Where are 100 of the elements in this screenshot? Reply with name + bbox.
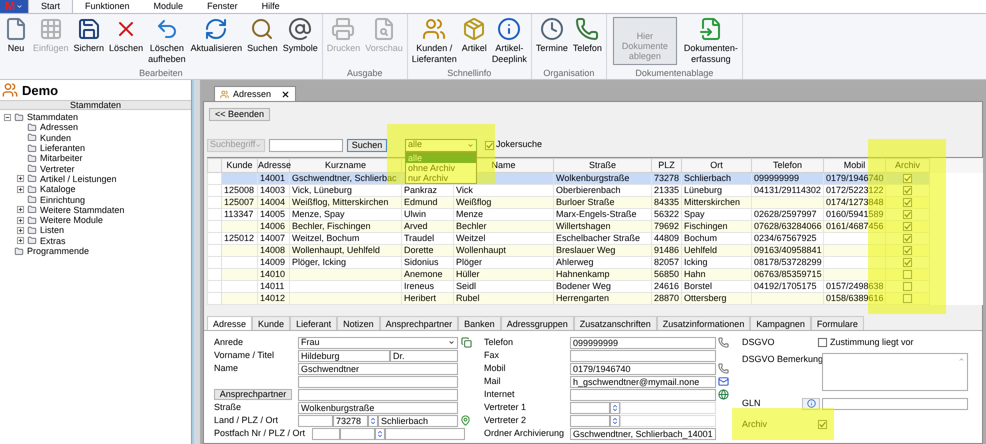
close-icon[interactable] (281, 90, 290, 98)
checkbox[interactable] (818, 420, 827, 429)
input-field[interactable]: Gschwendtner (298, 362, 458, 374)
table-row[interactable]: 125007 14004 Weißflog, Mitterskirchen Edmund Weißflog Burloer Straße 84335 Mitterskirchen 0174/1273848 (208, 196, 983, 208)
tree-item[interactable]: Einrichtung (40, 194, 86, 205)
tree-item[interactable]: Mitarbeiter (40, 153, 83, 164)
mail-icon[interactable] (718, 376, 729, 387)
expand-icon[interactable] (17, 206, 24, 214)
table-row[interactable]: 125012 14007 Weitzel, Bochum Traudel Weitzel Eschelbacher Straße 44809 Bochum 0234/67567925 (208, 232, 983, 244)
input-field[interactable] (570, 350, 716, 362)
checkbox[interactable] (903, 222, 912, 231)
contact-person-button[interactable]: Ansprechpartner (214, 389, 292, 400)
table-row[interactable]: 113347 14005 Menze, Spay Ulwin Menze Marx-Engels-Straße 56322 Spay 02628/2597997 0160/5941589 (208, 208, 983, 220)
remark-text-area[interactable] (822, 353, 968, 391)
input-field[interactable]: Schlierbach (378, 414, 458, 426)
ribbon-button[interactable]: Kunden / Lieferanten (410, 17, 459, 65)
column-header[interactable]: Ort (710, 160, 723, 170)
tree-item[interactable]: Lieferanten (40, 143, 86, 154)
input-field[interactable] (298, 388, 458, 400)
detail-tab[interactable]: Lieferant (290, 316, 338, 330)
ribbon-button[interactable]: Neu (2, 17, 30, 54)
detail-tab[interactable]: Formulare (810, 316, 864, 330)
detail-tab[interactable]: Adresse (207, 316, 252, 330)
detail-tab[interactable]: Notizen (337, 316, 380, 330)
checkbox[interactable] (903, 246, 912, 255)
column-header[interactable]: Straße (588, 160, 616, 170)
phone-icon[interactable] (718, 363, 729, 374)
ribbon-button[interactable]: Suchen (245, 17, 280, 54)
globe-icon[interactable] (718, 389, 729, 400)
search-button[interactable]: Suchen (347, 138, 387, 152)
table-row[interactable]: 14008 Wollenhaupt, Uehlfeld Dorette Wollenhaupt Breslauer Weg 91486 Uehlfeld 09163/40958841 (208, 244, 983, 256)
checkbox[interactable] (903, 174, 912, 183)
checkbox[interactable] (818, 338, 827, 347)
input-field[interactable] (570, 414, 610, 426)
back-button[interactable]: << Beenden (209, 108, 270, 121)
detail-tab[interactable]: Zusatzanschriften (574, 316, 657, 330)
checkbox[interactable] (485, 140, 494, 150)
document-tab[interactable]: Adressen (214, 86, 296, 101)
collapse-icon[interactable] (4, 114, 11, 121)
ribbon-button[interactable]: Löschen aufheben (146, 17, 188, 65)
ribbon-button[interactable]: Aktualisieren (188, 17, 244, 54)
ribbon-button[interactable]: Sichern (72, 17, 106, 54)
input-field[interactable] (312, 428, 340, 440)
tree-item[interactable]: Programmende (27, 246, 90, 256)
input-field[interactable] (385, 428, 465, 440)
ribbon-tab[interactable]: Module (142, 0, 196, 13)
detail-tab[interactable]: Ansprechpartner (380, 316, 458, 330)
input-field[interactable] (620, 414, 716, 426)
ribbon-tab[interactable]: Start (28, 0, 74, 13)
lookup-button[interactable] (375, 428, 385, 440)
detail-tab[interactable]: Kampagnen (750, 316, 811, 330)
ribbon-button[interactable]: Artikel (460, 17, 489, 54)
table-row[interactable]: 14006 Bechler, Fischingen Arved Bechler Willertshagen 79692 Fischingen 07628/63284066 0161/4687456 (208, 220, 983, 232)
ribbon-button[interactable]: Telefon (570, 17, 604, 54)
expand-icon[interactable] (17, 186, 24, 193)
ribbon-button[interactable]: Dokumenten- erfassung (682, 17, 740, 65)
detail-tab[interactable]: Banken (458, 316, 501, 330)
lookup-button[interactable] (610, 402, 620, 414)
input-field[interactable]: Dr. (390, 350, 458, 362)
salutation-dropdown[interactable]: Frau (298, 336, 458, 348)
ribbon-tab[interactable]: Hilfe (250, 0, 292, 13)
input-field[interactable] (340, 428, 375, 440)
checkbox[interactable] (903, 258, 912, 267)
input-field[interactable] (298, 376, 458, 388)
table-row[interactable]: 14010 Anemone Hüller Hahnenkamp 56850 Hahn 06763/85359715 (208, 268, 983, 280)
ribbon-button[interactable]: Symbole (280, 17, 320, 54)
input-field[interactable]: 0179/1946740 (570, 362, 716, 374)
detail-tab[interactable]: Adressgruppen (500, 316, 574, 330)
input-field[interactable] (298, 414, 333, 426)
detail-tab[interactable]: Zusatzinformationen (656, 316, 750, 330)
input-field[interactable] (570, 402, 610, 414)
lookup-button[interactable] (610, 414, 620, 426)
input-field[interactable] (822, 398, 968, 410)
tree-item[interactable]: Weitere Stammdaten (40, 204, 124, 215)
tree-item[interactable]: Kataloge (40, 184, 76, 194)
tree-item[interactable]: Artikel / Leistungen (40, 174, 117, 184)
expand-icon[interactable] (17, 226, 24, 234)
copy-icon[interactable] (461, 337, 472, 348)
tree-item[interactable]: Extras (40, 236, 66, 246)
detail-tab[interactable]: Kunde (252, 316, 290, 330)
expand-icon[interactable] (17, 216, 24, 224)
tree-item[interactable]: Vertreter (40, 164, 75, 174)
checkbox[interactable] (903, 234, 912, 243)
input-field[interactable]: h_gschwendtner@mymail.none (570, 376, 716, 388)
ribbon-button[interactable]: Artikel- Deeplink (490, 17, 529, 65)
ribbon-button[interactable]: Löschen (107, 17, 146, 54)
expand-icon[interactable] (17, 175, 24, 182)
tree-item[interactable]: Adressen (40, 122, 78, 132)
table-row[interactable]: 14009 Plöger, Icking Sidonius Plöger Ahlerweg 82057 Icking 08178/53728299 (208, 256, 983, 268)
info-button[interactable] (802, 398, 820, 410)
input-field[interactable]: Gschwendtner, Schlierbach_14001 (570, 428, 716, 440)
lookup-button[interactable] (368, 414, 378, 426)
checkbox[interactable] (903, 270, 912, 279)
ribbon-button[interactable]: Termine (534, 17, 570, 54)
search-field[interactable] (269, 138, 343, 152)
tree-item[interactable]: Stammdaten (27, 112, 78, 122)
table-row[interactable]: 125008 14003 Vick, Lüneburg Pankraz Vick Oberbierenbach 21335 Lüneburg 04131/29114302 0172/5223122 (208, 184, 983, 196)
table-row[interactable]: 14011 Ireneus Seidl Bodener Weg 24616 Borstel 04192/1705175 0157/2498638 (208, 280, 983, 292)
expand-icon[interactable] (17, 237, 24, 244)
table-row[interactable]: 14012 Heribert Rubel Herrengarten 28870 Ottersberg 0158/6389616 (208, 292, 983, 304)
